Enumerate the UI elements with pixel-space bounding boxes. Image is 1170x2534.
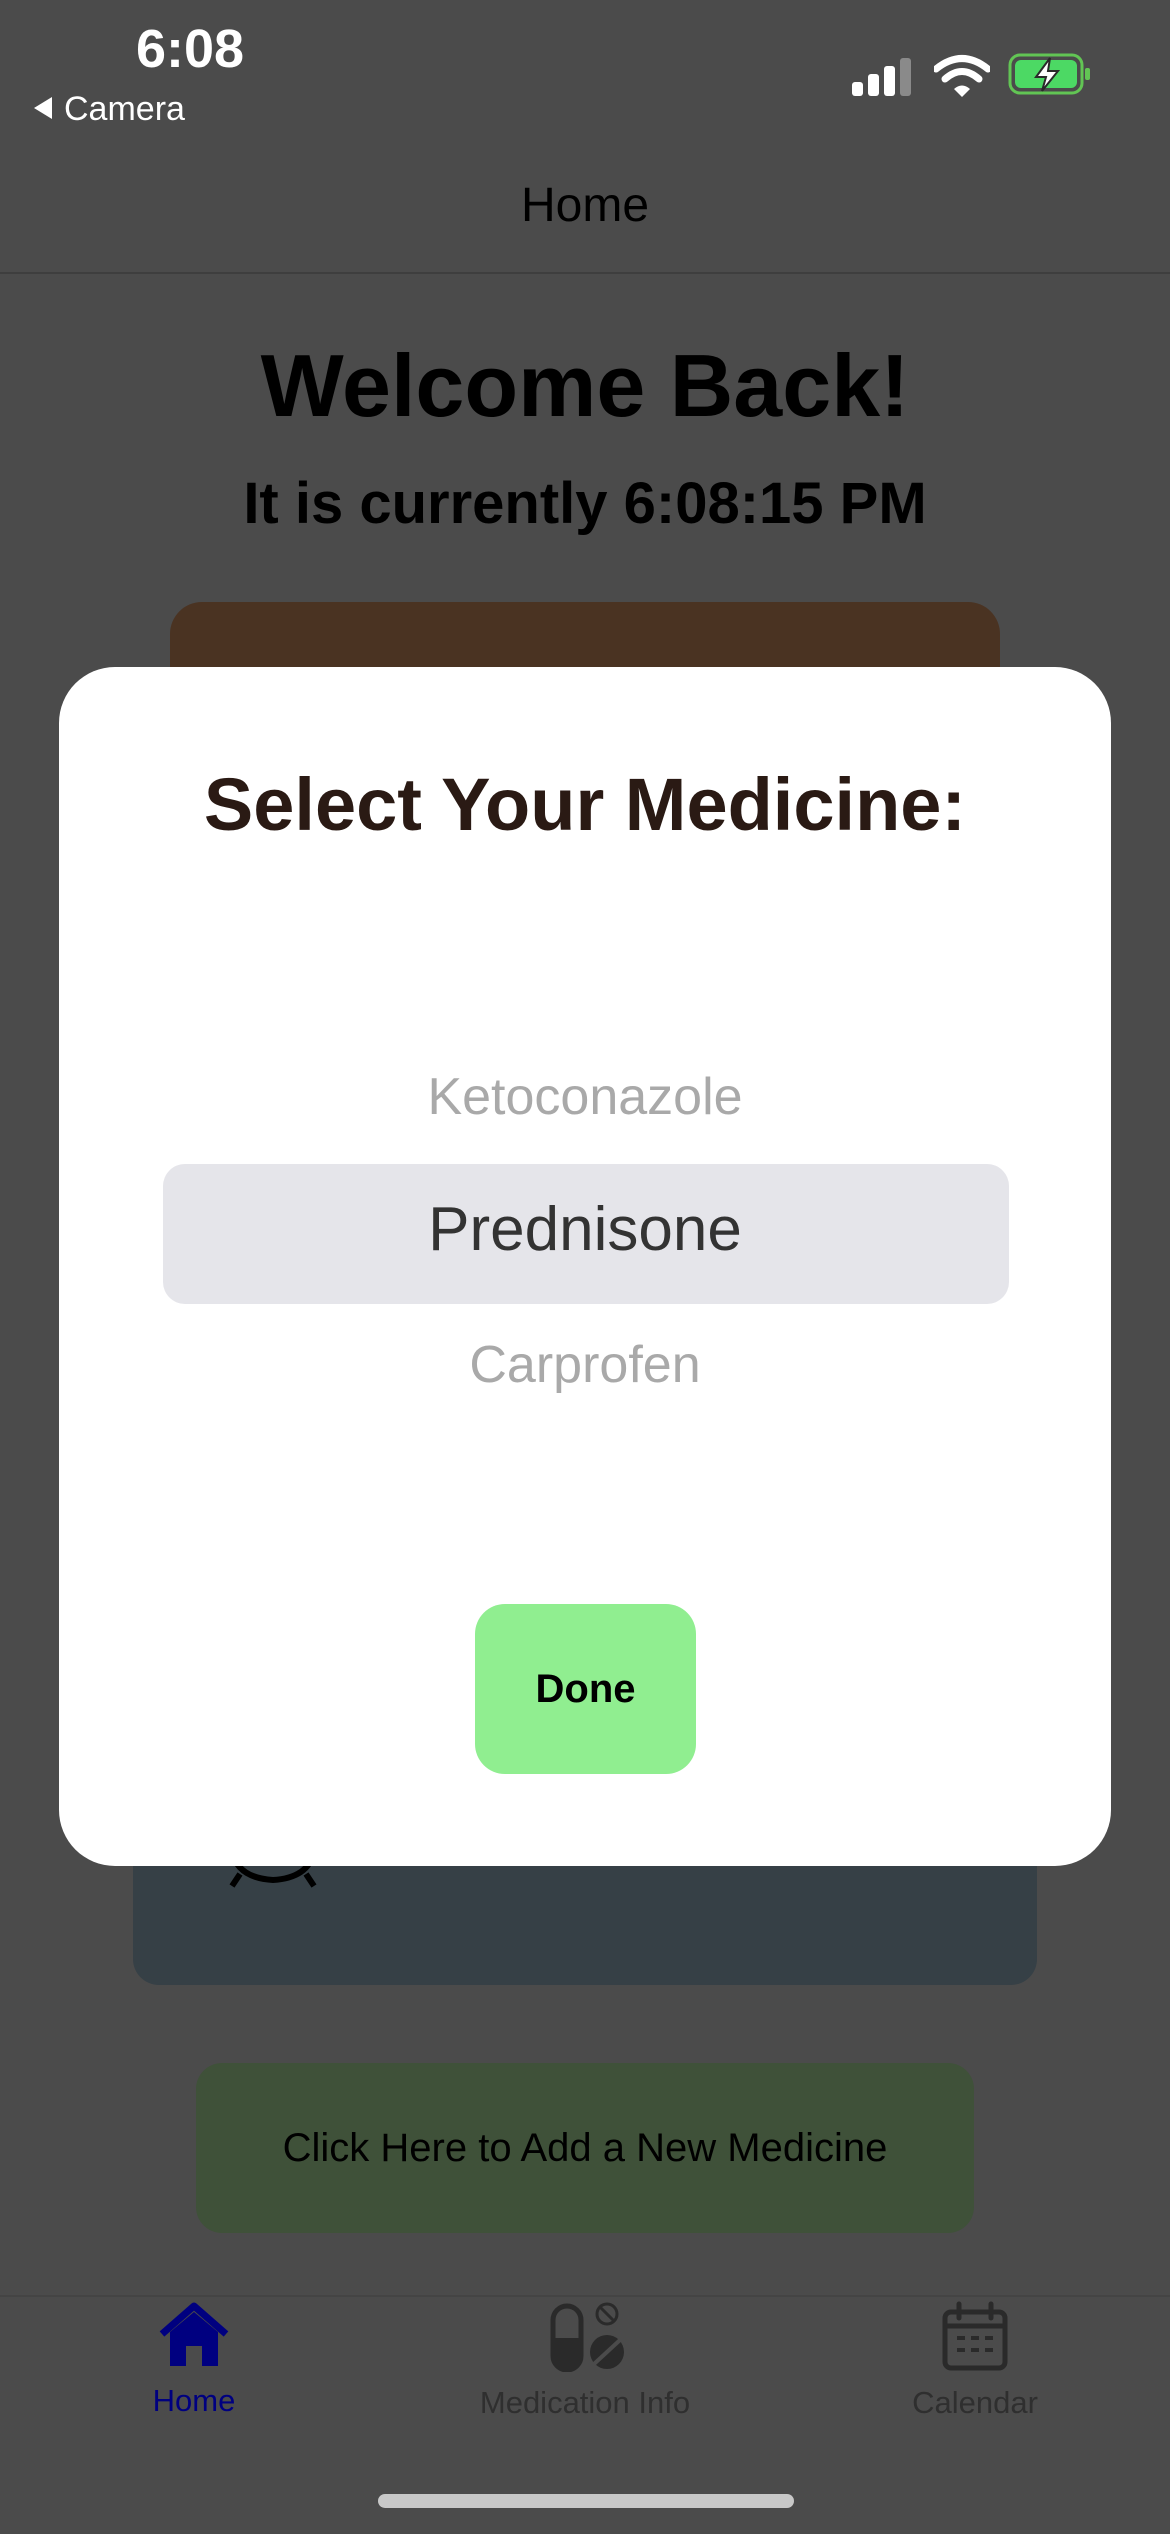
calendar-icon [942,2301,1008,2371]
status-time: 6:08 [135,19,245,79]
back-to-camera-link[interactable]: Camera [34,90,185,129]
house-icon [159,2302,229,2366]
back-arrow-icon [34,97,52,120]
modal-title: Select Your Medicine: [203,763,967,846]
tab-medication-info[interactable]: Medication Info [435,2300,735,2421]
wifi-icon [934,55,990,97]
picker-option[interactable]: Carprofen [59,1335,1111,1395]
add-new-medicine-button[interactable]: Click Here to Add a New Medicine [196,2063,974,2233]
pills-icon [550,2302,624,2373]
current-time-text: It is currently 6:08:15 PM [243,471,927,536]
done-button[interactable]: Done [475,1604,696,1774]
home-indicator [378,2494,794,2508]
tab-calendar-label: Calendar [912,2385,1038,2420]
nav-divider [0,272,1170,274]
nav-title: Home [520,179,650,232]
tab-calendar[interactable]: Calendar [825,2300,1125,2421]
tab-medication-info-label: Medication Info [479,2385,691,2420]
tab-home-label: Home [152,2383,236,2418]
picker-option-selected[interactable]: Prednisone [59,1194,1111,1265]
cellular-signal-icon [852,58,911,96]
welcome-heading: Welcome Back! [260,336,910,435]
picker-option[interactable]: Ketoconazole [59,1067,1111,1127]
battery-charging-icon [1008,53,1090,95]
select-medicine-modal: Select Your Medicine: Ketoconazole Predn… [59,667,1111,1866]
tab-home[interactable]: Home [44,2300,344,2419]
back-label: Camera [64,90,185,128]
